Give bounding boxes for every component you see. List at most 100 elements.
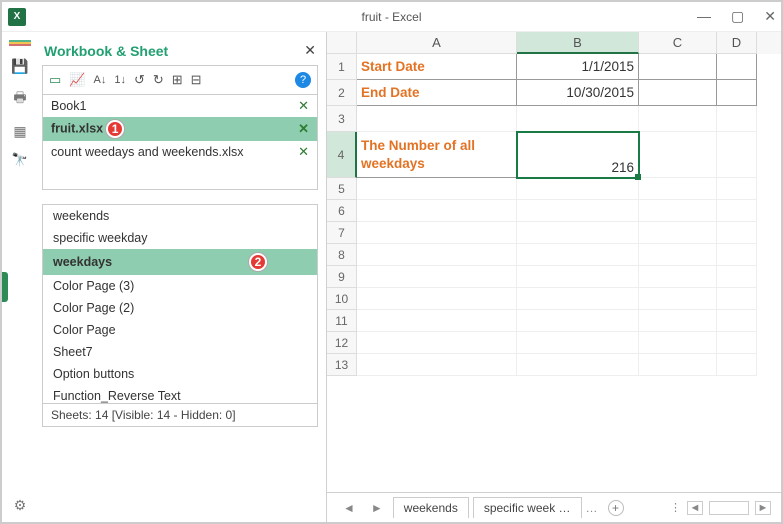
- cell-C2[interactable]: [639, 80, 717, 106]
- sheet-item[interactable]: Function_Reverse Text: [43, 385, 317, 404]
- toolbar-refresh1-icon[interactable]: ↺: [134, 72, 145, 88]
- callout-badge-2: 2: [249, 253, 267, 271]
- grid-icon[interactable]: ▦: [13, 123, 26, 140]
- table-row: 5: [327, 178, 781, 200]
- cell-D1[interactable]: [717, 54, 757, 80]
- table-row: 6: [327, 200, 781, 222]
- tab-more-icon[interactable]: …: [586, 501, 598, 515]
- binoculars-icon[interactable]: 🔭: [12, 152, 28, 168]
- save-icon[interactable]: 💾: [11, 58, 28, 75]
- cell-B2[interactable]: 10/30/2015: [517, 80, 639, 106]
- table-row: 11: [327, 310, 781, 332]
- workbook-sheet-pane: Workbook & Sheet ✕ ▭ 📈 A↓ 1↓ ↺ ↻ ⊞ ⊟ ?: [38, 32, 326, 522]
- cell-B1[interactable]: 1/1/2015: [517, 54, 639, 80]
- col-header-B[interactable]: B: [517, 32, 639, 54]
- sheet-item[interactable]: Color Page: [43, 319, 317, 341]
- help-icon[interactable]: ?: [295, 72, 311, 88]
- cell-A2[interactable]: End Date: [357, 80, 517, 106]
- titlebar: X fruit - Excel — ▢ ✕: [2, 2, 781, 32]
- sheet-item[interactable]: Color Page (3): [43, 275, 317, 297]
- col-header-A[interactable]: A: [357, 32, 517, 54]
- table-row: 13: [327, 354, 781, 376]
- table-row: 12: [327, 332, 781, 354]
- minimize-button[interactable]: —: [697, 8, 711, 25]
- cell-D3[interactable]: [717, 106, 757, 132]
- table-row: 8: [327, 244, 781, 266]
- side-rail: 💾 🖶 ▦ 🔭 ⚙: [2, 32, 38, 522]
- sheet-tab[interactable]: specific week …: [473, 497, 582, 518]
- table-row: 9: [327, 266, 781, 288]
- gear-icon[interactable]: ⚙: [14, 497, 27, 514]
- maximize-button[interactable]: ▢: [731, 8, 744, 25]
- cell-B4[interactable]: 216: [517, 132, 639, 178]
- cell-D2[interactable]: [717, 80, 757, 106]
- print-icon[interactable]: 🖶: [13, 87, 26, 111]
- row-header[interactable]: 3: [327, 106, 357, 132]
- sheet-item[interactable]: Sheet7: [43, 341, 317, 363]
- toolbar-chart-icon[interactable]: 📈: [69, 72, 85, 88]
- workbook-name: fruit.xlsx: [51, 121, 103, 135]
- pane-close-icon[interactable]: ✕: [304, 42, 316, 59]
- sheet-item[interactable]: weekends: [43, 205, 317, 227]
- sheet-item[interactable]: Option buttons: [43, 363, 317, 385]
- table-row: 7: [327, 222, 781, 244]
- workbook-item[interactable]: Book1 ✕: [43, 95, 317, 117]
- sheet-list[interactable]: weekends specific weekday weekdays 2 Col…: [42, 204, 318, 404]
- pane-title: Workbook & Sheet: [44, 43, 168, 59]
- scroll-right-icon[interactable]: ►: [755, 501, 771, 515]
- table-row: 3: [327, 106, 781, 132]
- cell-C3[interactable]: [639, 106, 717, 132]
- workbook-list: Book1 ✕ fruit.xlsx 1 ✕ count weedays and…: [42, 95, 318, 190]
- close-button[interactable]: ✕: [764, 8, 776, 25]
- table-row: 1 Start Date 1/1/2015: [327, 54, 781, 80]
- workbook-close-icon[interactable]: ✕: [298, 98, 309, 114]
- cell-grid[interactable]: 1 Start Date 1/1/2015 2 End Date 10/30/2…: [327, 54, 781, 492]
- col-header-D[interactable]: D: [717, 32, 757, 54]
- sheet-tab[interactable]: weekends: [393, 497, 469, 518]
- toolbar-grid2-icon[interactable]: ⊟: [191, 72, 202, 88]
- sheet-item[interactable]: weekdays 2: [43, 249, 317, 275]
- window-title: fruit - Excel: [361, 10, 421, 24]
- table-row: 2 End Date 10/30/2015: [327, 80, 781, 106]
- add-sheet-icon[interactable]: +: [608, 500, 624, 516]
- workbook-name: count weedays and weekends.xlsx: [51, 145, 243, 159]
- toolbar-sort-num-icon[interactable]: 1↓: [114, 74, 126, 86]
- row-header[interactable]: 2: [327, 80, 357, 106]
- cell-C1[interactable]: [639, 54, 717, 80]
- toolbar-tab-icon[interactable]: ▭: [49, 72, 61, 88]
- tab-nav-next-icon[interactable]: ►: [365, 501, 389, 515]
- spreadsheet-area: A B C D 1 Start Date 1/1/2015 2 End Date…: [326, 32, 781, 522]
- sheet-item[interactable]: specific weekday: [43, 227, 317, 249]
- cell-A3[interactable]: [357, 106, 517, 132]
- cell-D4[interactable]: [717, 132, 757, 178]
- workbook-item[interactable]: count weedays and weekends.xlsx ✕: [43, 141, 317, 163]
- toolbar-refresh2-icon[interactable]: ↻: [153, 72, 164, 88]
- pane-toolbar: ▭ 📈 A↓ 1↓ ↺ ↻ ⊞ ⊟ ?: [42, 65, 318, 95]
- cell-A4[interactable]: The Number of all weekdays: [357, 132, 517, 178]
- toolbar-sort-az-icon[interactable]: A↓: [93, 74, 106, 86]
- tab-nav-prev-icon[interactable]: ◄: [337, 501, 361, 515]
- workbook-item[interactable]: fruit.xlsx 1 ✕: [43, 117, 317, 141]
- toolbar-grid1-icon[interactable]: ⊞: [172, 72, 183, 88]
- sheet-item[interactable]: Color Page (2): [43, 297, 317, 319]
- col-header-C[interactable]: C: [639, 32, 717, 54]
- table-row: 10: [327, 288, 781, 310]
- pane-collapse-handle[interactable]: [2, 272, 8, 302]
- callout-badge-1: 1: [106, 120, 124, 138]
- workbook-close-icon[interactable]: ✕: [298, 144, 309, 160]
- row-header[interactable]: 1: [327, 54, 357, 80]
- color-strip-icon[interactable]: [9, 40, 31, 46]
- scroll-left-icon[interactable]: ◄: [687, 501, 703, 515]
- sheet-footer: ◄ ► weekends specific week … … + ⋮ ◄ ►: [327, 492, 781, 522]
- table-row: 4 The Number of all weekdays 216: [327, 132, 781, 178]
- sheet-status: Sheets: 14 [Visible: 14 - Hidden: 0]: [42, 404, 318, 427]
- app-icon: X: [2, 8, 32, 26]
- cell-C4[interactable]: [639, 132, 717, 178]
- workbook-name: Book1: [51, 99, 86, 113]
- row-header[interactable]: 4: [327, 132, 357, 178]
- select-all-corner[interactable]: [327, 32, 357, 54]
- h-scrollbar[interactable]: ⋮ ◄ ►: [670, 501, 771, 515]
- cell-A1[interactable]: Start Date: [357, 54, 517, 80]
- workbook-close-icon[interactable]: ✕: [298, 121, 309, 137]
- cell-B3[interactable]: [517, 106, 639, 132]
